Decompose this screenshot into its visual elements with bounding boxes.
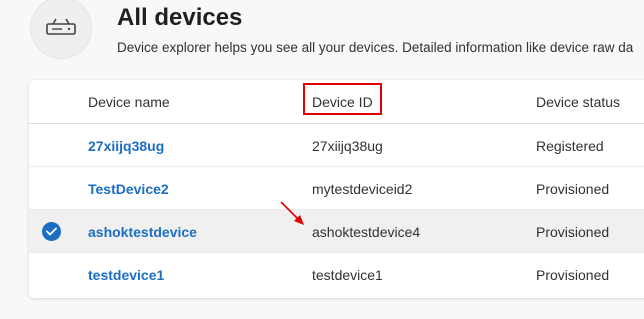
device-name-link[interactable]: TestDevice2 xyxy=(88,180,169,198)
device-status-cell: Registered xyxy=(536,138,604,154)
table-row[interactable]: TestDevice2 mytestdeviceid2 Provisioned xyxy=(29,167,644,210)
annotation-arrow-icon xyxy=(280,201,304,225)
column-header-device-name[interactable]: Device name xyxy=(88,93,170,111)
device-name-link[interactable]: testdevice1 xyxy=(88,266,164,284)
device-status-cell: Provisioned xyxy=(536,181,610,197)
device-status-cell: Provisioned xyxy=(536,224,610,240)
row-selected-checkbox[interactable] xyxy=(42,222,61,241)
device-id-cell: 27xiijq38ug xyxy=(312,138,383,154)
page-title: All devices xyxy=(117,4,243,31)
device-name-link[interactable]: ashoktestdevice xyxy=(88,223,197,241)
device-id-cell: ashoktestdevice4 xyxy=(312,224,421,240)
device-id-cell: testdevice1 xyxy=(312,267,383,283)
device-status-cell: Provisioned xyxy=(536,267,610,283)
devices-table: Device name Device ID Device status 27xi… xyxy=(29,80,644,298)
device-icon-circle xyxy=(30,0,92,59)
page-subtitle: Device explorer helps you see all your d… xyxy=(117,40,634,55)
table-row[interactable]: 27xiijq38ug 27xiijq38ug Registered xyxy=(29,124,644,167)
table-header: Device name Device ID Device status xyxy=(29,80,644,124)
device-id-cell: mytestdeviceid2 xyxy=(312,181,413,197)
device-name-link[interactable]: 27xiijq38ug xyxy=(88,137,164,155)
checkmark-icon xyxy=(46,227,57,236)
column-header-device-status[interactable]: Device status xyxy=(536,93,620,111)
router-icon xyxy=(46,18,76,35)
table-row-selected[interactable]: ashoktestdevice ashoktestdevice4 Provisi… xyxy=(29,210,644,253)
table-row[interactable]: testdevice1 testdevice1 Provisioned xyxy=(29,253,644,296)
annotation-highlight-box xyxy=(303,83,382,115)
